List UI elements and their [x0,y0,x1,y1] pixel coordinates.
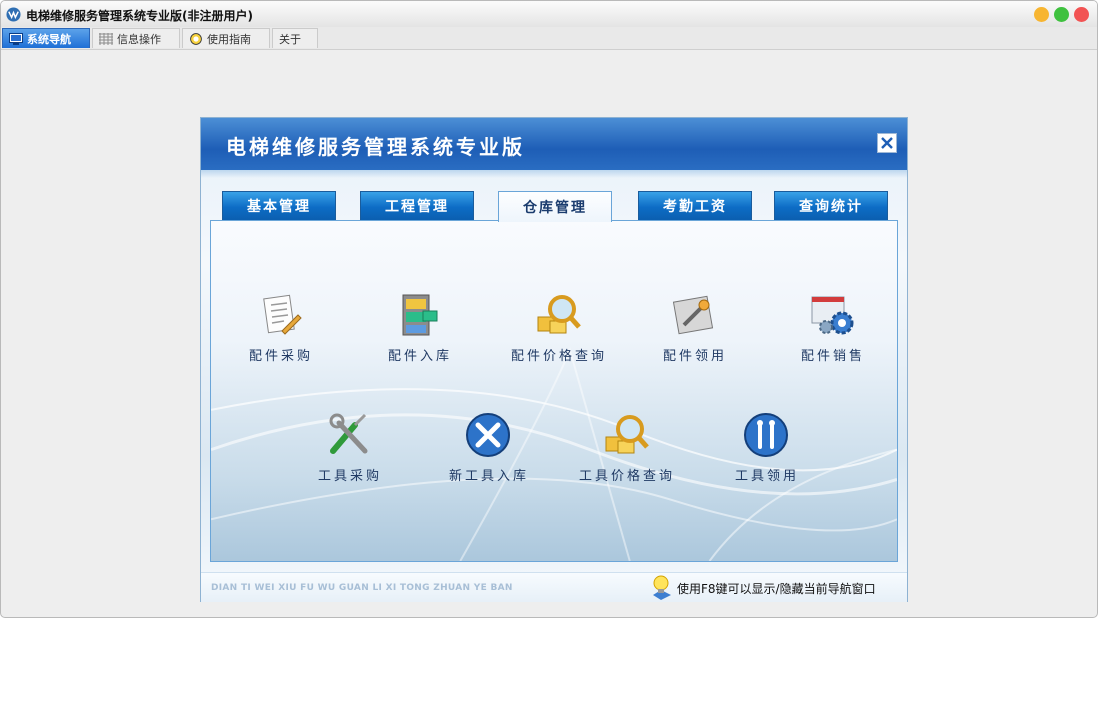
item-parts-purchase[interactable]: 配件采购 [211,291,341,371]
panel-header: 电梯维修服务管理系统专业版 [201,118,907,178]
item-tools-requisition[interactable]: 工具领用 [697,411,827,491]
tools-globe-icon [744,413,788,457]
item-label: 新工具入库 [448,469,529,484]
background-swoosh [211,347,897,561]
item-parts-sales[interactable]: 配件销售 [763,291,893,371]
title-bar: 电梯维修服务管理系统专业版(非注册用户) [1,1,1097,27]
item-label: 配件入库 [387,349,452,364]
item-parts-requisition[interactable]: 配件领用 [625,291,755,371]
close-icon [881,137,893,149]
module-tab-basic[interactable]: 基本管理 [222,191,336,221]
item-label: 工具采购 [317,469,382,484]
tab-label: 系统导航 [27,32,71,46]
app-window: 电梯维修服务管理系统专业版(非注册用户) 系统导航 信息操作 使用指南 关于 电… [0,0,1098,618]
item-tools-purchase[interactable]: 工具采购 [280,411,410,491]
panel-title: 电梯维修服务管理系统专业版 [226,135,525,159]
tab-user-guide[interactable]: 使用指南 [182,28,270,48]
item-label: 配件采购 [248,349,313,364]
maximize-button[interactable] [1054,7,1069,22]
document-pen-icon [263,294,302,335]
item-label: 配件销售 [800,349,865,364]
tab-strip: 系统导航 信息操作 使用指南 关于 [1,27,1097,50]
tab-about[interactable]: 关于 [272,28,318,48]
app-logo-icon [6,7,21,22]
item-label: 配件价格查询 [510,349,607,364]
panel-close-button[interactable] [877,133,897,153]
search-boxes-icon [605,415,649,454]
item-label: 工具价格查询 [578,469,675,484]
help-icon [190,32,202,45]
module-tab-warehouse[interactable]: 仓库管理 [498,191,612,222]
navigation-panel: 电梯维修服务管理系统专业版 基本管理 工程管理 仓库管理 考勤工资 查询统计 配… [200,117,908,602]
lightbulb-icon [653,575,671,600]
tab-label: 关于 [279,32,301,46]
module-tab-query[interactable]: 查询统计 [774,191,888,221]
item-parts-price-query[interactable]: 配件价格查询 [489,291,619,371]
search-boxes-icon [537,295,581,334]
cabinet-icon [402,294,438,336]
window-title: 电梯维修服务管理系统专业版(非注册用户) [26,9,253,23]
item-label: 配件领用 [662,349,727,364]
gear-window-icon [811,296,854,335]
tools-crossed-icon [329,413,368,454]
panel-footer: DIAN TI WEI XIU FU WU GUAN LI XI TONG ZH… [201,572,907,602]
tab-label: 使用指南 [207,32,251,46]
item-parts-inbound[interactable]: 配件入库 [350,291,480,371]
footer-pinyin-text: DIAN TI WEI XIU FU WU GUAN LI XI TONG ZH… [211,583,513,593]
grid-icon [99,32,113,45]
tools-globe-icon [466,413,510,457]
tab-system-nav[interactable]: 系统导航 [2,28,90,48]
tab-info-ops[interactable]: 信息操作 [92,28,180,48]
footer-tip: 使用F8键可以显示/隐藏当前导航窗口 [677,582,876,596]
monitor-icon [9,32,23,45]
item-tools-price-query[interactable]: 工具价格查询 [557,411,687,491]
module-tab-attendance[interactable]: 考勤工资 [638,191,752,221]
tab-label: 信息操作 [117,32,161,46]
minimize-button[interactable] [1034,7,1049,22]
close-window-button[interactable] [1074,7,1089,22]
content-area: 配件采购 配件入库 配件价格查询 配件领用 配件销售 工具采购 新工具入库 工具… [210,220,898,562]
wrench-panel-icon [672,295,714,335]
item-new-tools-inbound[interactable]: 新工具入库 [419,411,549,491]
item-label: 工具领用 [734,469,799,484]
module-tab-project[interactable]: 工程管理 [360,191,474,221]
